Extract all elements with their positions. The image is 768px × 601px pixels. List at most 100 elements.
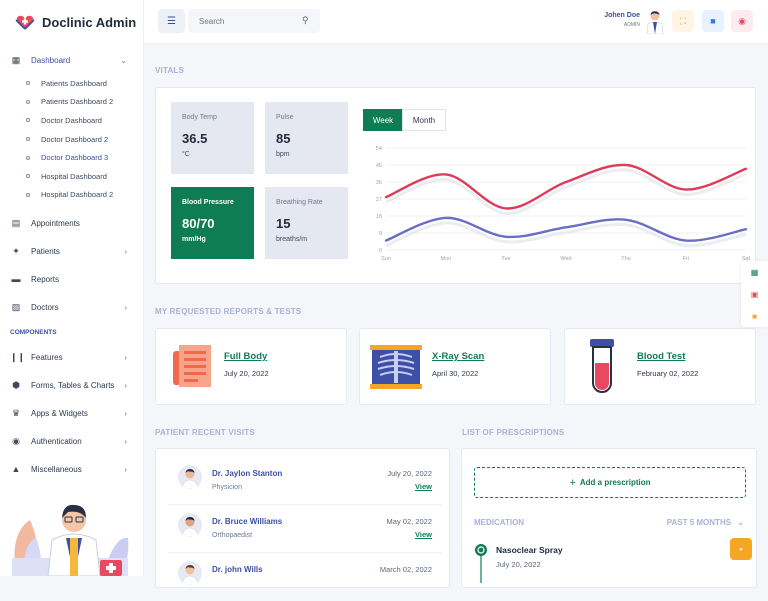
sidebar: Doclinic Admin ▦ Dashboard ⌄ Patients Da…	[0, 0, 144, 576]
sidebar-subitem-doctor-dashboard-2[interactable]: Doctor Dashboard 2	[0, 130, 143, 149]
vitals-card: Body Temp 36.5 °C Pulse 85 bpm Blood Pre…	[155, 87, 756, 284]
visit-date: May 02, 2022	[386, 517, 432, 526]
medication-name: Nasoclear Spray	[496, 545, 563, 555]
sidebar-subitem-doctor-dashboard[interactable]: Doctor Dashboard	[0, 111, 143, 130]
user-info[interactable]: Johen Doe ADMIN	[604, 12, 640, 28]
bullet-icon	[26, 81, 30, 86]
report-card-xray-scan[interactable]: X-Ray Scan April 30, 2022	[359, 328, 551, 405]
sidebar-item-features[interactable]: ❙❙ Features ›	[0, 343, 143, 371]
x-tick-label: Thu	[621, 256, 630, 262]
report-title[interactable]: Blood Test	[637, 351, 685, 362]
sidebar-item-label: Authentication	[31, 436, 82, 446]
settings-button[interactable]: ◉	[731, 10, 753, 32]
doctor-name: Dr. Bruce Williams	[212, 517, 283, 526]
view-link[interactable]: View	[415, 530, 432, 539]
patients-icon: ✦	[12, 245, 20, 256]
sidebar-item-label: Features	[31, 352, 63, 362]
topbar: ☰ ⚲ Johen Doe ADMIN ⛶ ■ ◉	[144, 0, 768, 44]
vital-blood-pressure: Blood Pressure 80/70 mm/Hg	[171, 187, 254, 259]
chevron-right-icon: ›	[124, 380, 127, 390]
vital-pulse: Pulse 85 bpm	[265, 102, 348, 174]
visit-date: March 02, 2022	[379, 565, 432, 574]
sidebar-item-label: Reports	[31, 274, 60, 284]
prescriptions-card: + Add a prescription MEDICATION PAST 5 M…	[461, 448, 757, 588]
month-toggle[interactable]: Month	[402, 109, 446, 131]
report-title[interactable]: X-Ray Scan	[432, 351, 484, 362]
sidebar-item-appointments[interactable]: ▤ Appointments	[0, 209, 143, 237]
sidebar-item-forms[interactable]: ⬢ Forms, Tables & Charts ›	[0, 371, 143, 399]
x-tick-label: Tue	[501, 256, 510, 262]
y-tick-label: 9	[379, 231, 382, 237]
sidebar-subitem-hospital-dashboard-2[interactable]: Hospital Dashboard 2	[0, 186, 143, 205]
fullscreen-button[interactable]: ⛶	[672, 10, 694, 32]
report-card-full-body[interactable]: Full Body July 20, 2022	[155, 328, 347, 405]
reports-icon: ▬	[11, 274, 21, 285]
user-name: Johen Doe	[604, 12, 640, 19]
sidebar-item-doctors[interactable]: ▨ Doctors ›	[0, 293, 143, 321]
vital-value: 15	[276, 216, 291, 231]
sidebar-item-authentication[interactable]: ◉ Authentication ›	[0, 427, 143, 455]
vital-title: Breathing Rate	[276, 199, 323, 206]
fingerprint-icon: ◉	[12, 435, 20, 446]
visit-row: Dr. Jaylon Stanton Physicion July 20, 20…	[168, 457, 442, 505]
doctor-illustration	[12, 504, 129, 576]
search-icon[interactable]: ⚲	[302, 15, 309, 26]
vital-value: 80/70	[182, 216, 215, 231]
report-title[interactable]: Full Body	[224, 351, 267, 362]
report-date: July 20, 2022	[224, 369, 269, 378]
vital-title: Blood Pressure	[182, 199, 234, 206]
fullscreen-icon: ⛶	[679, 15, 687, 26]
reports-heading: MY REQUESTED REPORTS & TESTS	[155, 307, 302, 316]
brand[interactable]: Doclinic Admin	[0, 0, 143, 44]
y-tick-label: 18	[376, 214, 382, 220]
search-input[interactable]	[188, 9, 320, 33]
sidebar-item-label: Apps & Widgets	[31, 408, 88, 418]
chevron-right-icon: ›	[124, 302, 127, 312]
view-link[interactable]: View	[415, 482, 432, 491]
sidebar-subitem-patients-dashboard-2[interactable]: Patients Dashboard 2	[0, 93, 143, 112]
vital-value: 36.5	[182, 131, 208, 146]
vital-unit: breaths/m	[276, 236, 308, 243]
vitals-line-chart: 544536271890Sun Mon Tue Wed Thu Fri Sat	[376, 146, 751, 262]
period-filter[interactable]: PAST 5 MONTHS ⌄	[667, 518, 744, 527]
image-icon[interactable]: ▣	[741, 283, 768, 305]
doctor-specialty: Physicion	[212, 484, 242, 491]
chevron-down-icon: ⌄	[737, 518, 744, 527]
y-tick-label: 36	[376, 180, 382, 186]
chat-icon: ▪	[739, 544, 743, 554]
sidebar-subitem-doctor-dashboard-3[interactable]: Doctor Dashboard 3	[0, 148, 143, 167]
x-tick-label: Mon	[441, 256, 452, 262]
sidebar-item-reports[interactable]: ▬ Reports	[0, 265, 143, 293]
dashboard-icon: ▦	[11, 54, 21, 65]
notes-button[interactable]: ■	[702, 10, 724, 32]
sidebar-item-label: Appointments	[31, 218, 80, 228]
sidebar-item-patients[interactable]: ✦ Patients ›	[0, 237, 143, 265]
week-toggle[interactable]: Week	[363, 109, 403, 131]
folder-icon[interactable]: ■	[741, 305, 768, 327]
doctor-name: Dr. Jaylon Stanton	[212, 469, 283, 478]
vital-unit: °C	[182, 151, 190, 158]
bullet-icon	[26, 174, 30, 179]
report-card-blood-test[interactable]: Blood Test February 02, 2022	[564, 328, 756, 405]
apps-icon: ♛	[11, 407, 21, 418]
xray-icon	[370, 345, 422, 389]
gear-icon: ◉	[738, 15, 746, 26]
user-avatar[interactable]	[646, 10, 664, 34]
main-content: VITALS Body Temp 36.5 °C Pulse 85 bpm Bl…	[144, 44, 768, 588]
visit-row: Dr. john Wills March 02, 2022	[168, 553, 442, 601]
sidebar-item-miscellaneous[interactable]: ▲ Miscellaneous ›	[0, 455, 143, 483]
money-icon[interactable]: ▦	[741, 261, 768, 283]
sidebar-item-label: Doctor Dashboard 3	[41, 153, 109, 163]
sidebar-item-apps[interactable]: ♛ Apps & Widgets ›	[0, 399, 143, 427]
add-prescription-button[interactable]: + Add a prescription	[474, 467, 746, 498]
menu-toggle-button[interactable]: ☰	[158, 9, 185, 33]
y-tick-label: 54	[376, 146, 382, 152]
sidebar-item-label: Patients Dashboard 2	[41, 97, 114, 107]
chat-button[interactable]: ▪	[730, 538, 752, 560]
sidebar-subitem-patients-dashboard[interactable]: Patients Dashboard	[0, 74, 143, 93]
vital-title: Pulse	[276, 114, 294, 121]
bullet-icon	[26, 155, 30, 160]
sidebar-subitem-hospital-dashboard[interactable]: Hospital Dashboard	[0, 167, 143, 186]
chevron-right-icon: ›	[124, 464, 127, 474]
sidebar-item-dashboard[interactable]: ▦ Dashboard ⌄	[0, 46, 143, 74]
